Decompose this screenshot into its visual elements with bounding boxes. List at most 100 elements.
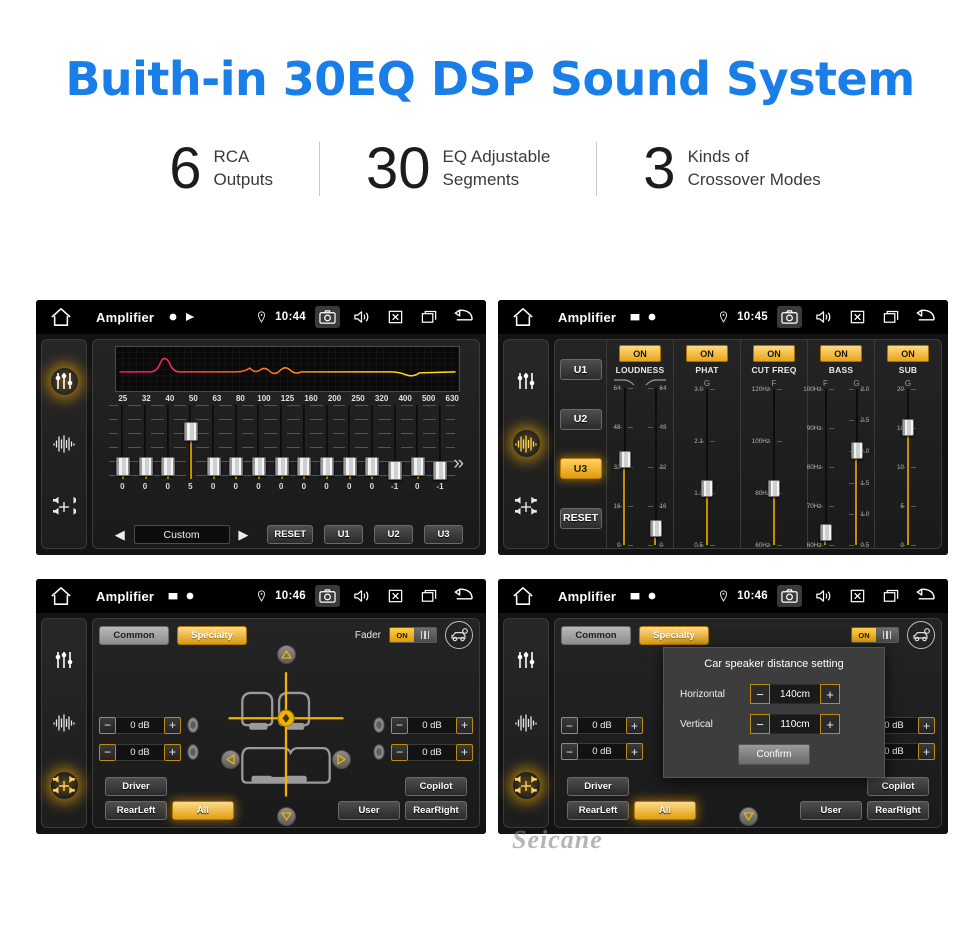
eq-band[interactable]: 5	[177, 404, 206, 523]
eq-band[interactable]: -1	[426, 404, 455, 523]
eq-slider-knob[interactable]	[274, 457, 289, 476]
preset-name[interactable]: Custom	[133, 525, 230, 544]
crossover-on-button[interactable]: ON	[753, 345, 795, 362]
eq-slider-knob[interactable]	[183, 422, 198, 441]
position-user-button[interactable]: User	[800, 800, 862, 820]
volume-button[interactable]	[811, 585, 836, 607]
back-button[interactable]	[913, 586, 936, 607]
position-user-button[interactable]: User	[338, 800, 400, 820]
sidebar-item-balance[interactable]	[51, 493, 78, 520]
screenshot-button[interactable]	[315, 306, 340, 328]
minus-button[interactable]: −	[391, 743, 408, 761]
back-button[interactable]	[451, 307, 474, 328]
slider-track[interactable]	[699, 389, 715, 546]
minus-button[interactable]: −	[99, 743, 116, 761]
position-all-button[interactable]: All	[172, 800, 234, 820]
eq-slider-knob[interactable]	[365, 457, 380, 476]
eq-slider-knob[interactable]	[138, 457, 153, 476]
eq-slider-track[interactable]	[222, 405, 251, 479]
slider-track[interactable]	[900, 389, 916, 546]
confirm-button[interactable]: Confirm	[738, 744, 810, 765]
position-rearright-button[interactable]: RearRight	[867, 800, 929, 820]
slider-knob[interactable]	[902, 419, 914, 436]
slider-track[interactable]	[817, 389, 834, 546]
position-copilot-button[interactable]: Copilot	[405, 776, 467, 796]
preset-prev-button[interactable]: ◀	[111, 527, 129, 543]
eq-slider-knob[interactable]	[115, 457, 130, 476]
plus-button[interactable]: +	[456, 716, 473, 734]
eq-band[interactable]: 0	[313, 404, 342, 523]
screenshot-button[interactable]	[777, 585, 802, 607]
eq-slider-track[interactable]	[268, 405, 297, 479]
slider-knob[interactable]	[649, 520, 662, 538]
plus-button[interactable]: +	[918, 717, 935, 734]
eq-slider-track[interactable]	[381, 405, 410, 480]
sidebar-item-equalizer[interactable]	[513, 647, 540, 674]
eq-slider-track[interactable]	[200, 405, 229, 479]
eq-slider-track[interactable]	[404, 405, 433, 479]
position-rearleft-button[interactable]: RearLeft	[567, 800, 629, 820]
home-icon[interactable]	[50, 307, 72, 327]
minus-button[interactable]: −	[561, 717, 578, 734]
nav-up-button[interactable]	[277, 645, 296, 664]
volume-button[interactable]	[349, 585, 374, 607]
nav-left-button[interactable]	[221, 749, 240, 769]
crossover-on-button[interactable]: ON	[887, 345, 929, 362]
eq-slider-bank[interactable]: 0 0 0 5 0 0 0 0 0 0 0 0 -1 0 -1»	[109, 404, 464, 523]
minus-button[interactable]: −	[99, 716, 116, 734]
eq-slider-track[interactable]	[154, 405, 183, 479]
close-button[interactable]	[383, 585, 408, 607]
recents-button[interactable]	[417, 306, 442, 328]
eq-band[interactable]: 0	[245, 404, 274, 523]
sidebar-item-equalizer[interactable]	[51, 647, 78, 674]
plus-button[interactable]: +	[626, 717, 643, 734]
level-stepper[interactable]: − 0 dB +	[561, 717, 643, 734]
volume-button[interactable]	[811, 306, 836, 328]
nav-down-button[interactable]	[277, 807, 296, 826]
eq-band[interactable]: 0	[222, 404, 251, 523]
slider-track[interactable]	[647, 388, 664, 546]
close-button[interactable]	[845, 306, 870, 328]
position-driver-button[interactable]: Driver	[105, 776, 167, 796]
crossover-slider[interactable]: 100Hz 90Hz 80Hz 70Hz 60Hz	[803, 386, 841, 548]
screenshot-button[interactable]	[777, 306, 802, 328]
reset-button[interactable]: RESET	[267, 525, 314, 544]
preset-u1-button[interactable]: U1	[559, 359, 602, 381]
slider-knob[interactable]	[768, 479, 780, 497]
eq-band[interactable]: 0	[200, 404, 229, 523]
eq-slider-knob[interactable]	[342, 457, 357, 476]
tab-common[interactable]: Common	[99, 625, 169, 645]
level-stepper[interactable]: − 0 dB +	[99, 716, 181, 734]
level-stepper[interactable]: − 0 dB +	[391, 743, 473, 761]
slider-knob[interactable]	[819, 523, 832, 541]
position-driver-button[interactable]: Driver	[567, 776, 629, 796]
position-all-button[interactable]: All	[634, 800, 696, 820]
plus-button[interactable]: +	[626, 743, 643, 760]
crossover-on-button[interactable]: ON	[686, 345, 728, 362]
eq-slider-track[interactable]	[245, 405, 274, 479]
eq-slider-knob[interactable]	[206, 457, 221, 476]
position-rearright-button[interactable]: RearRight	[405, 800, 467, 820]
tab-common[interactable]: Common	[561, 625, 631, 645]
distance-stepper[interactable]: − 110cm +	[750, 714, 840, 734]
eq-band[interactable]: -1	[381, 404, 410, 523]
car-settings-button[interactable]	[907, 621, 935, 649]
crossover-slider[interactable]: 3.02.11.30.5	[676, 386, 738, 548]
fader-toggle[interactable]: ON	[389, 627, 437, 643]
plus-button[interactable]: +	[820, 684, 840, 704]
sidebar-item-balance[interactable]	[513, 493, 540, 520]
eq-band[interactable]: 0	[132, 404, 161, 523]
preset-u2-button[interactable]: U2	[374, 525, 414, 544]
sidebar-item-equalizer[interactable]	[513, 368, 540, 395]
slider-track[interactable]	[848, 389, 865, 546]
level-stepper[interactable]: − 0 dB +	[391, 716, 473, 734]
eq-slider-track[interactable]	[426, 405, 455, 480]
slider-track[interactable]	[766, 389, 782, 546]
minus-button[interactable]: −	[750, 684, 770, 704]
distance-stepper[interactable]: − 140cm +	[750, 684, 840, 704]
crossover-slider[interactable]: 644832160	[609, 385, 640, 548]
home-icon[interactable]	[512, 586, 534, 606]
eq-band[interactable]: 0	[268, 404, 297, 523]
back-button[interactable]	[913, 307, 936, 328]
fader-toggle[interactable]: ON	[851, 627, 899, 643]
